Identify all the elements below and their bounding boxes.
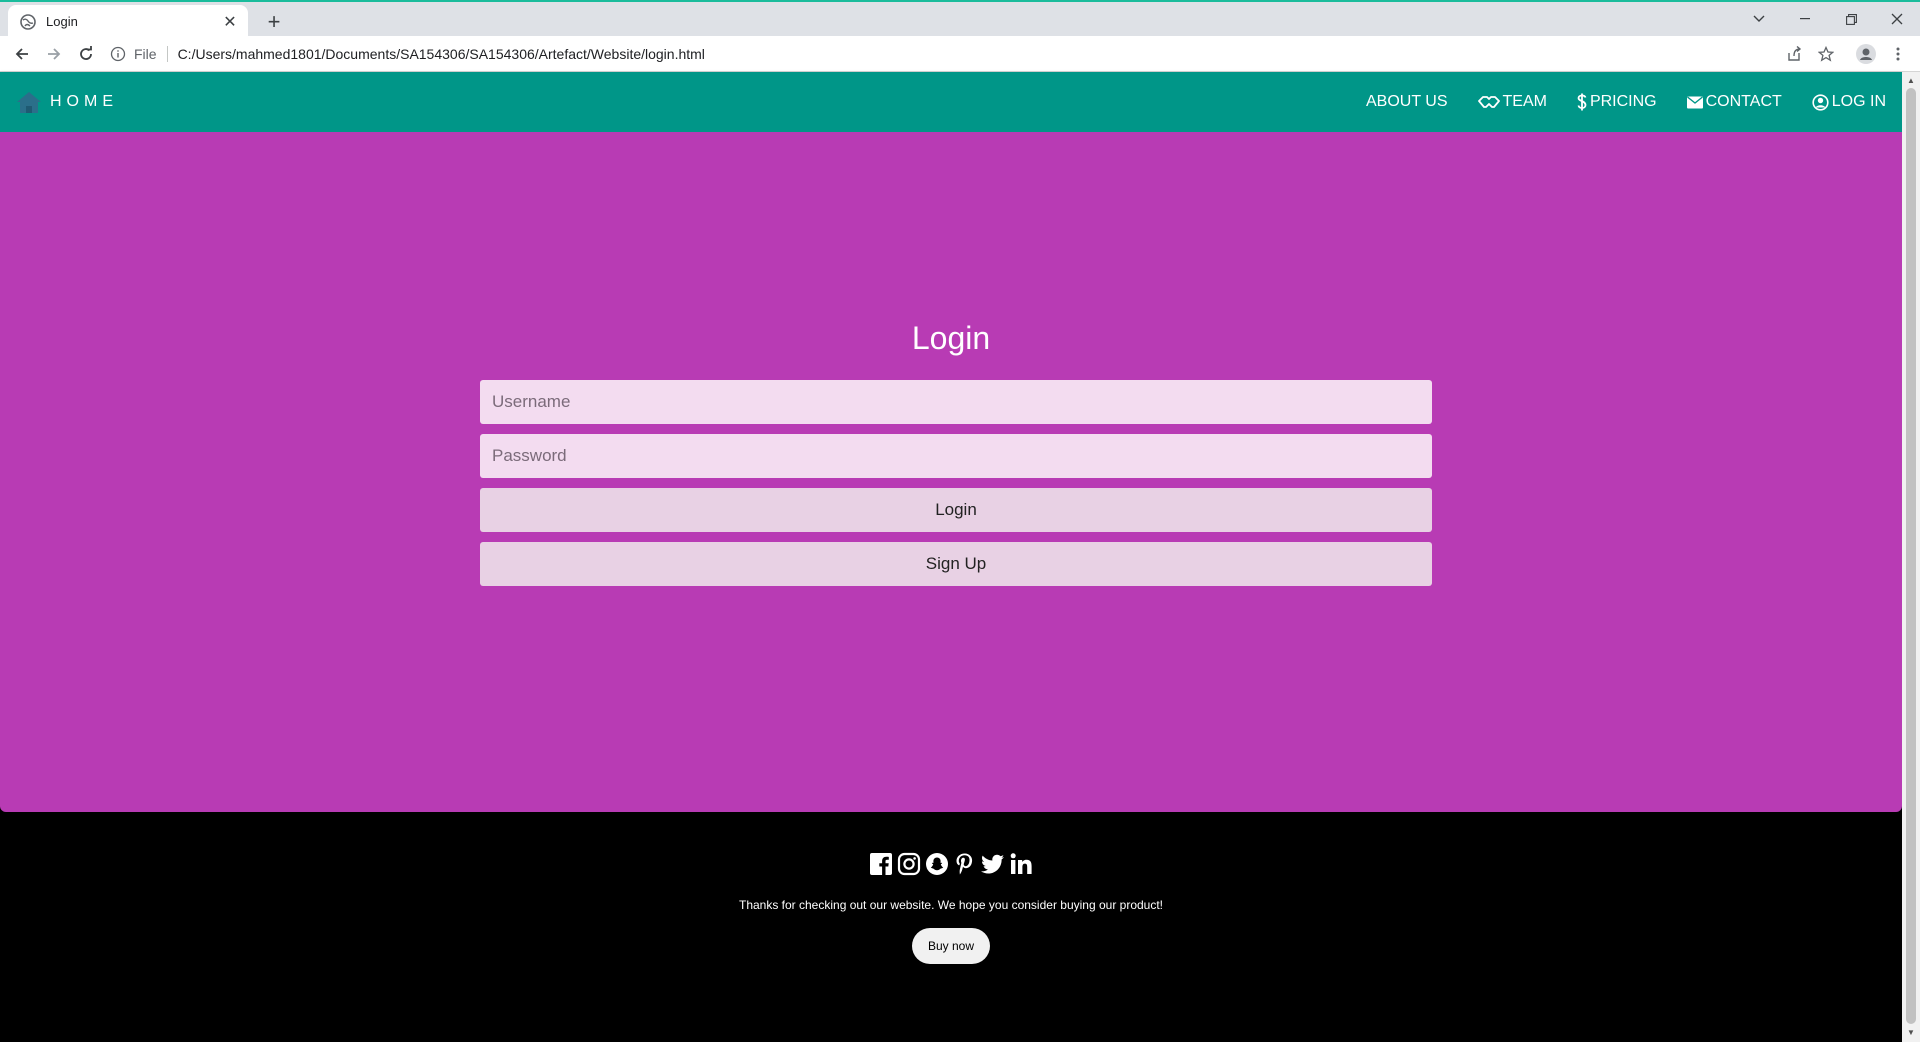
social-links xyxy=(0,852,1902,876)
envelope-icon xyxy=(1686,95,1703,108)
bookmark-star-icon[interactable] xyxy=(1812,40,1840,68)
close-tab-icon[interactable]: ✕ xyxy=(222,14,238,31)
url-scheme-label: File xyxy=(134,46,157,62)
nav-about-us[interactable]: ABOUT US xyxy=(1366,93,1448,111)
minimize-button[interactable] xyxy=(1782,2,1828,36)
nav-about-us-label: ABOUT US xyxy=(1366,93,1448,110)
login-section: Login Login Sign Up xyxy=(0,132,1902,812)
pinterest-icon[interactable] xyxy=(953,852,977,876)
linkedin-icon[interactable] xyxy=(1009,852,1033,876)
new-tab-button[interactable]: + xyxy=(260,8,288,36)
nav-links: ABOUT US TEAM PRICING CONTACT LOG IN xyxy=(1336,72,1886,132)
nav-pricing[interactable]: PRICING xyxy=(1577,93,1657,111)
profile-avatar-icon[interactable] xyxy=(1852,40,1880,68)
twitter-icon[interactable] xyxy=(981,852,1005,876)
dollar-icon xyxy=(1577,93,1587,111)
nav-contact-label: CONTACT xyxy=(1705,93,1782,110)
house-icon xyxy=(17,92,41,113)
reload-icon[interactable] xyxy=(72,40,100,68)
browser-tab[interactable]: Login ✕ xyxy=(8,5,248,38)
url-text[interactable]: C:/Users/mahmed1801/Documents/SA154306/S… xyxy=(178,46,705,62)
browser-toolbar: File C:/Users/mahmed1801/Documents/SA154… xyxy=(0,36,1920,72)
facebook-icon[interactable] xyxy=(869,852,893,876)
restore-button[interactable] xyxy=(1828,2,1874,36)
nav-team-label: TEAM xyxy=(1502,93,1547,110)
instagram-icon[interactable] xyxy=(897,852,921,876)
page-viewport: HOME ABOUT US TEAM PRICING CONTACT LOG I… xyxy=(0,72,1920,1042)
forward-arrow-icon[interactable] xyxy=(40,40,68,68)
nav-team[interactable]: TEAM xyxy=(1477,93,1547,111)
buy-now-button[interactable]: Buy now xyxy=(912,928,990,964)
sign-up-button[interactable]: Sign Up xyxy=(480,542,1432,586)
scrollbar-thumb[interactable] xyxy=(1906,88,1916,1024)
site-footer: Thanks for checking out our website. We … xyxy=(0,812,1902,1042)
login-heading: Login xyxy=(911,320,991,356)
login-button[interactable]: Login xyxy=(480,488,1432,532)
kebab-menu-icon[interactable] xyxy=(1884,40,1912,68)
scroll-up-arrow-icon[interactable]: ▲ xyxy=(1907,76,1915,85)
footer-message: Thanks for checking out our website. We … xyxy=(738,898,1164,912)
share-icon[interactable] xyxy=(1780,40,1808,68)
nav-log-in-label: LOG IN xyxy=(1831,93,1886,110)
username-input[interactable] xyxy=(480,380,1432,424)
home-label: HOME xyxy=(50,93,118,110)
scroll-down-arrow-icon[interactable]: ▼ xyxy=(1907,1028,1915,1037)
site-navbar: HOME ABOUT US TEAM PRICING CONTACT LOG I… xyxy=(0,72,1902,132)
nav-log-in[interactable]: LOG IN xyxy=(1812,93,1886,111)
password-input[interactable] xyxy=(480,434,1432,478)
nav-contact[interactable]: CONTACT xyxy=(1686,93,1782,111)
browser-tabstrip: Login ✕ + xyxy=(0,0,1920,38)
back-arrow-icon[interactable] xyxy=(8,40,36,68)
close-window-button[interactable] xyxy=(1874,2,1920,36)
tab-search-icon[interactable] xyxy=(1736,2,1782,36)
address-bar[interactable]: File C:/Users/mahmed1801/Documents/SA154… xyxy=(110,41,1780,67)
tab-title: Login xyxy=(46,14,78,29)
user-circle-icon xyxy=(1812,93,1829,111)
nav-pricing-label: PRICING xyxy=(1589,93,1657,110)
handshake-icon xyxy=(1477,96,1500,108)
page-scrollbar[interactable]: ▲ ▼ xyxy=(1902,72,1920,1042)
snapchat-icon[interactable] xyxy=(925,852,949,876)
info-icon[interactable] xyxy=(110,46,126,62)
omnibox-divider xyxy=(166,46,168,62)
home-link[interactable]: HOME xyxy=(16,72,118,132)
globe-icon xyxy=(20,13,36,30)
